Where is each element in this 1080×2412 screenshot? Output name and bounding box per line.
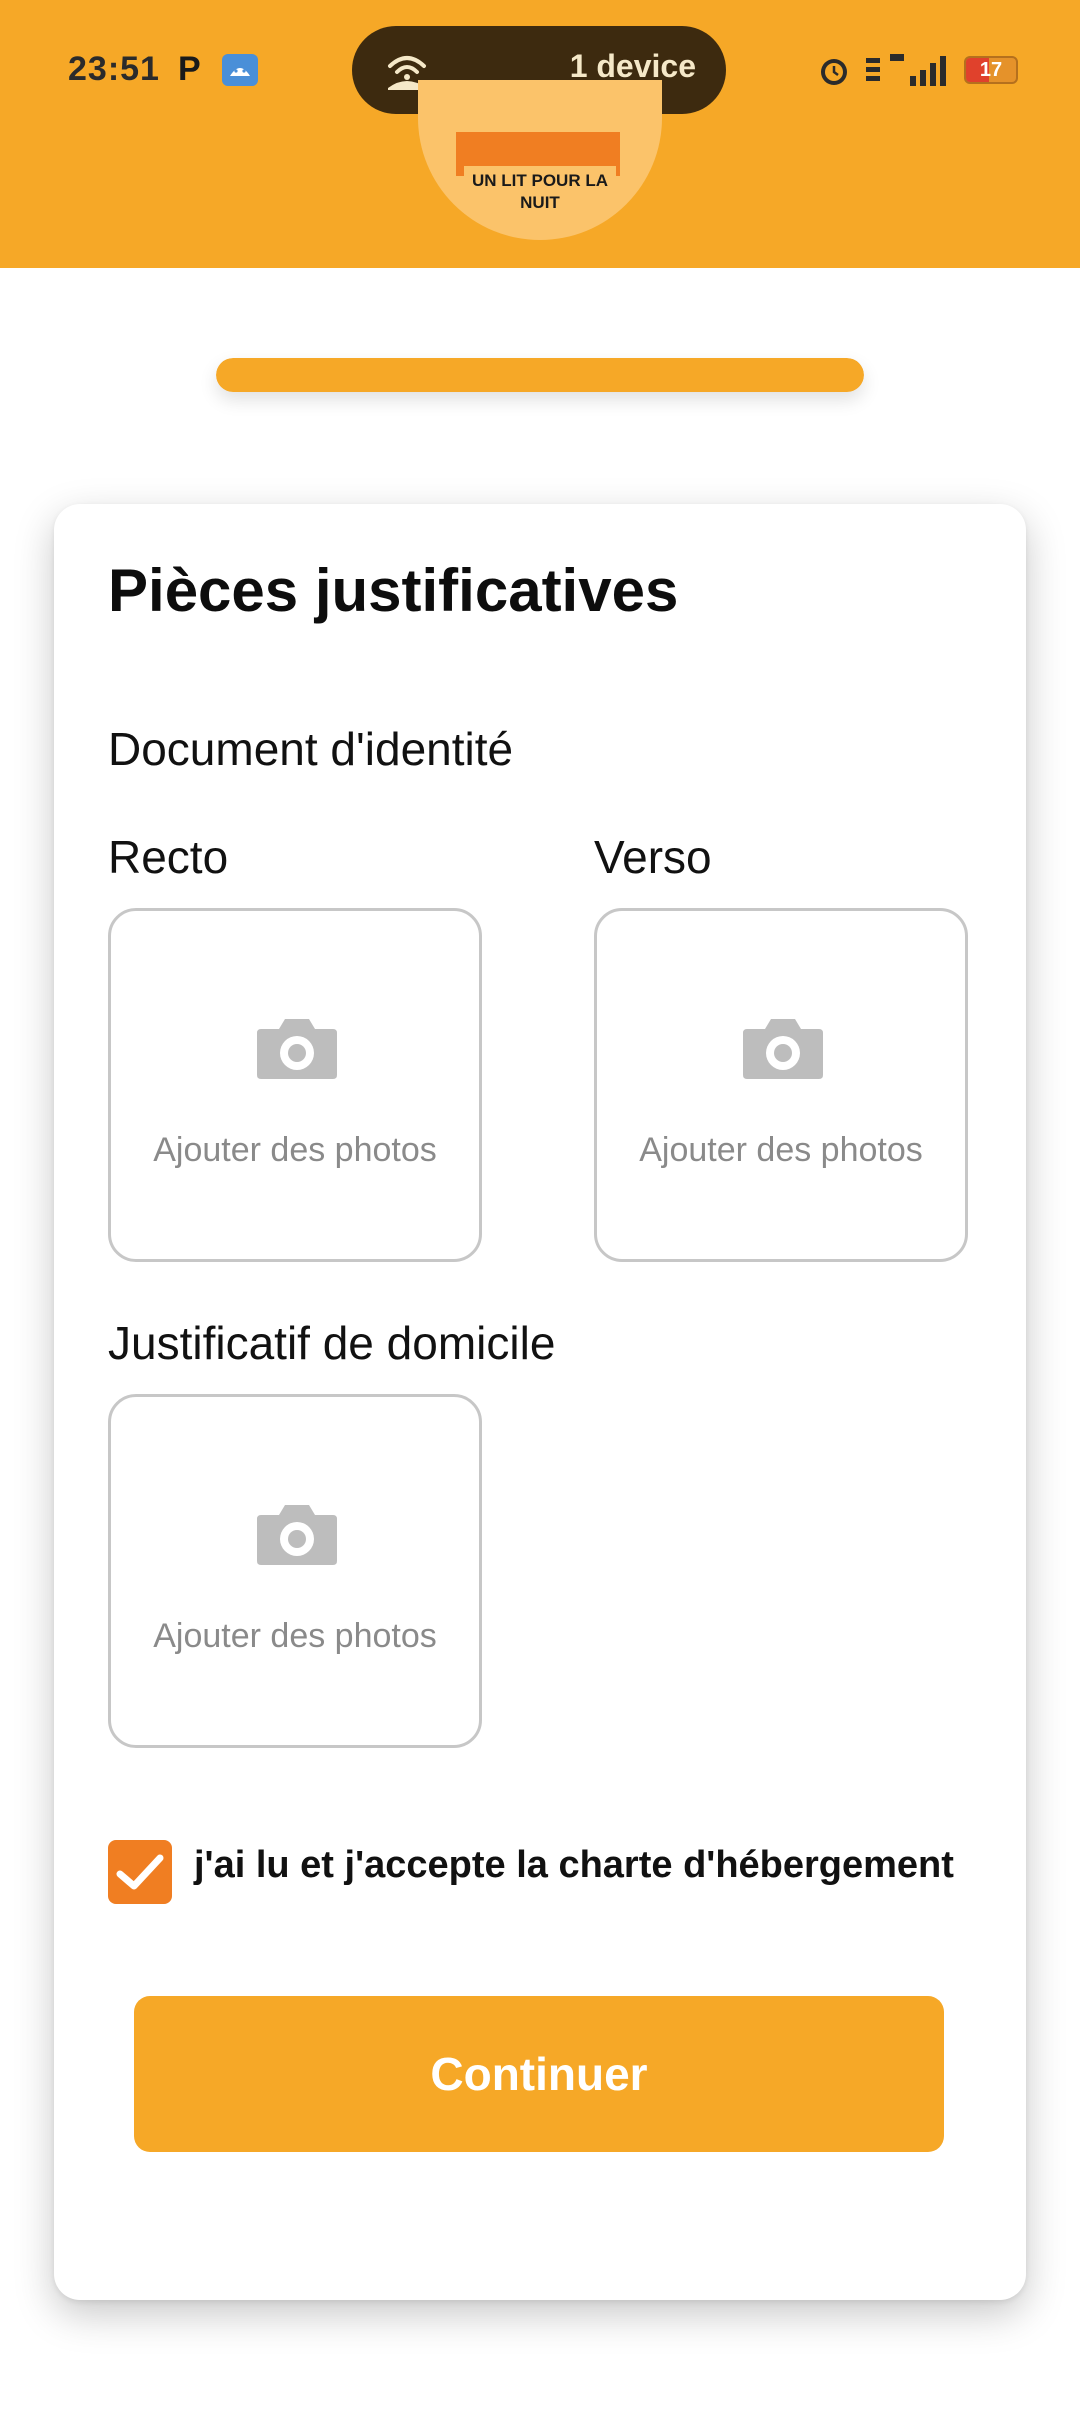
alarm-icon bbox=[821, 59, 847, 85]
upload-label: Ajouter des photos bbox=[153, 1131, 437, 1169]
camera-icon bbox=[743, 1019, 823, 1079]
battery-level: 17 bbox=[979, 59, 1003, 81]
camera-icon bbox=[257, 1019, 337, 1079]
recto-upload-button[interactable]: Ajouter des photos bbox=[108, 908, 482, 1262]
continue-button[interactable]: Continuer bbox=[134, 1996, 944, 2152]
upload-label: Ajouter des photos bbox=[153, 1617, 437, 1655]
progress-bar bbox=[216, 358, 864, 392]
logo-text: UN LIT POUR LA NUIT bbox=[464, 166, 616, 214]
charter-checkbox-label[interactable]: j'ai lu et j'accepte la charte d'héberge… bbox=[194, 1844, 954, 1887]
upload-label: Ajouter des photos bbox=[639, 1131, 923, 1169]
camera-icon bbox=[257, 1505, 337, 1565]
progress-fill bbox=[216, 358, 864, 392]
address-section-label: Justificatif de domicile bbox=[108, 1317, 556, 1369]
status-time: 23:51 bbox=[68, 50, 160, 88]
app-logo: UN LIT POUR LA NUIT bbox=[418, 80, 662, 240]
charter-checkbox[interactable] bbox=[108, 1840, 172, 1904]
signal-icon bbox=[910, 56, 946, 86]
checkmark-icon bbox=[116, 1854, 164, 1890]
android-notification-icon bbox=[222, 54, 258, 86]
identity-section-label: Document d'identité bbox=[108, 723, 514, 775]
page-title: Pièces justificatives bbox=[108, 557, 679, 624]
verso-label: Verso bbox=[594, 831, 712, 883]
app-header: 23:51 P 1 device 17 UN LIT POUR LA NUIT bbox=[0, 0, 1080, 268]
recto-label: Recto bbox=[108, 831, 229, 883]
battery-icon: 17 bbox=[964, 56, 1018, 84]
verso-upload-button[interactable]: Ajouter des photos bbox=[594, 908, 968, 1262]
documents-card: Pièces justificatives Document d'identit… bbox=[54, 504, 1026, 2300]
parking-notification-icon: P bbox=[178, 50, 201, 88]
address-upload-button[interactable]: Ajouter des photos bbox=[108, 1394, 482, 1748]
